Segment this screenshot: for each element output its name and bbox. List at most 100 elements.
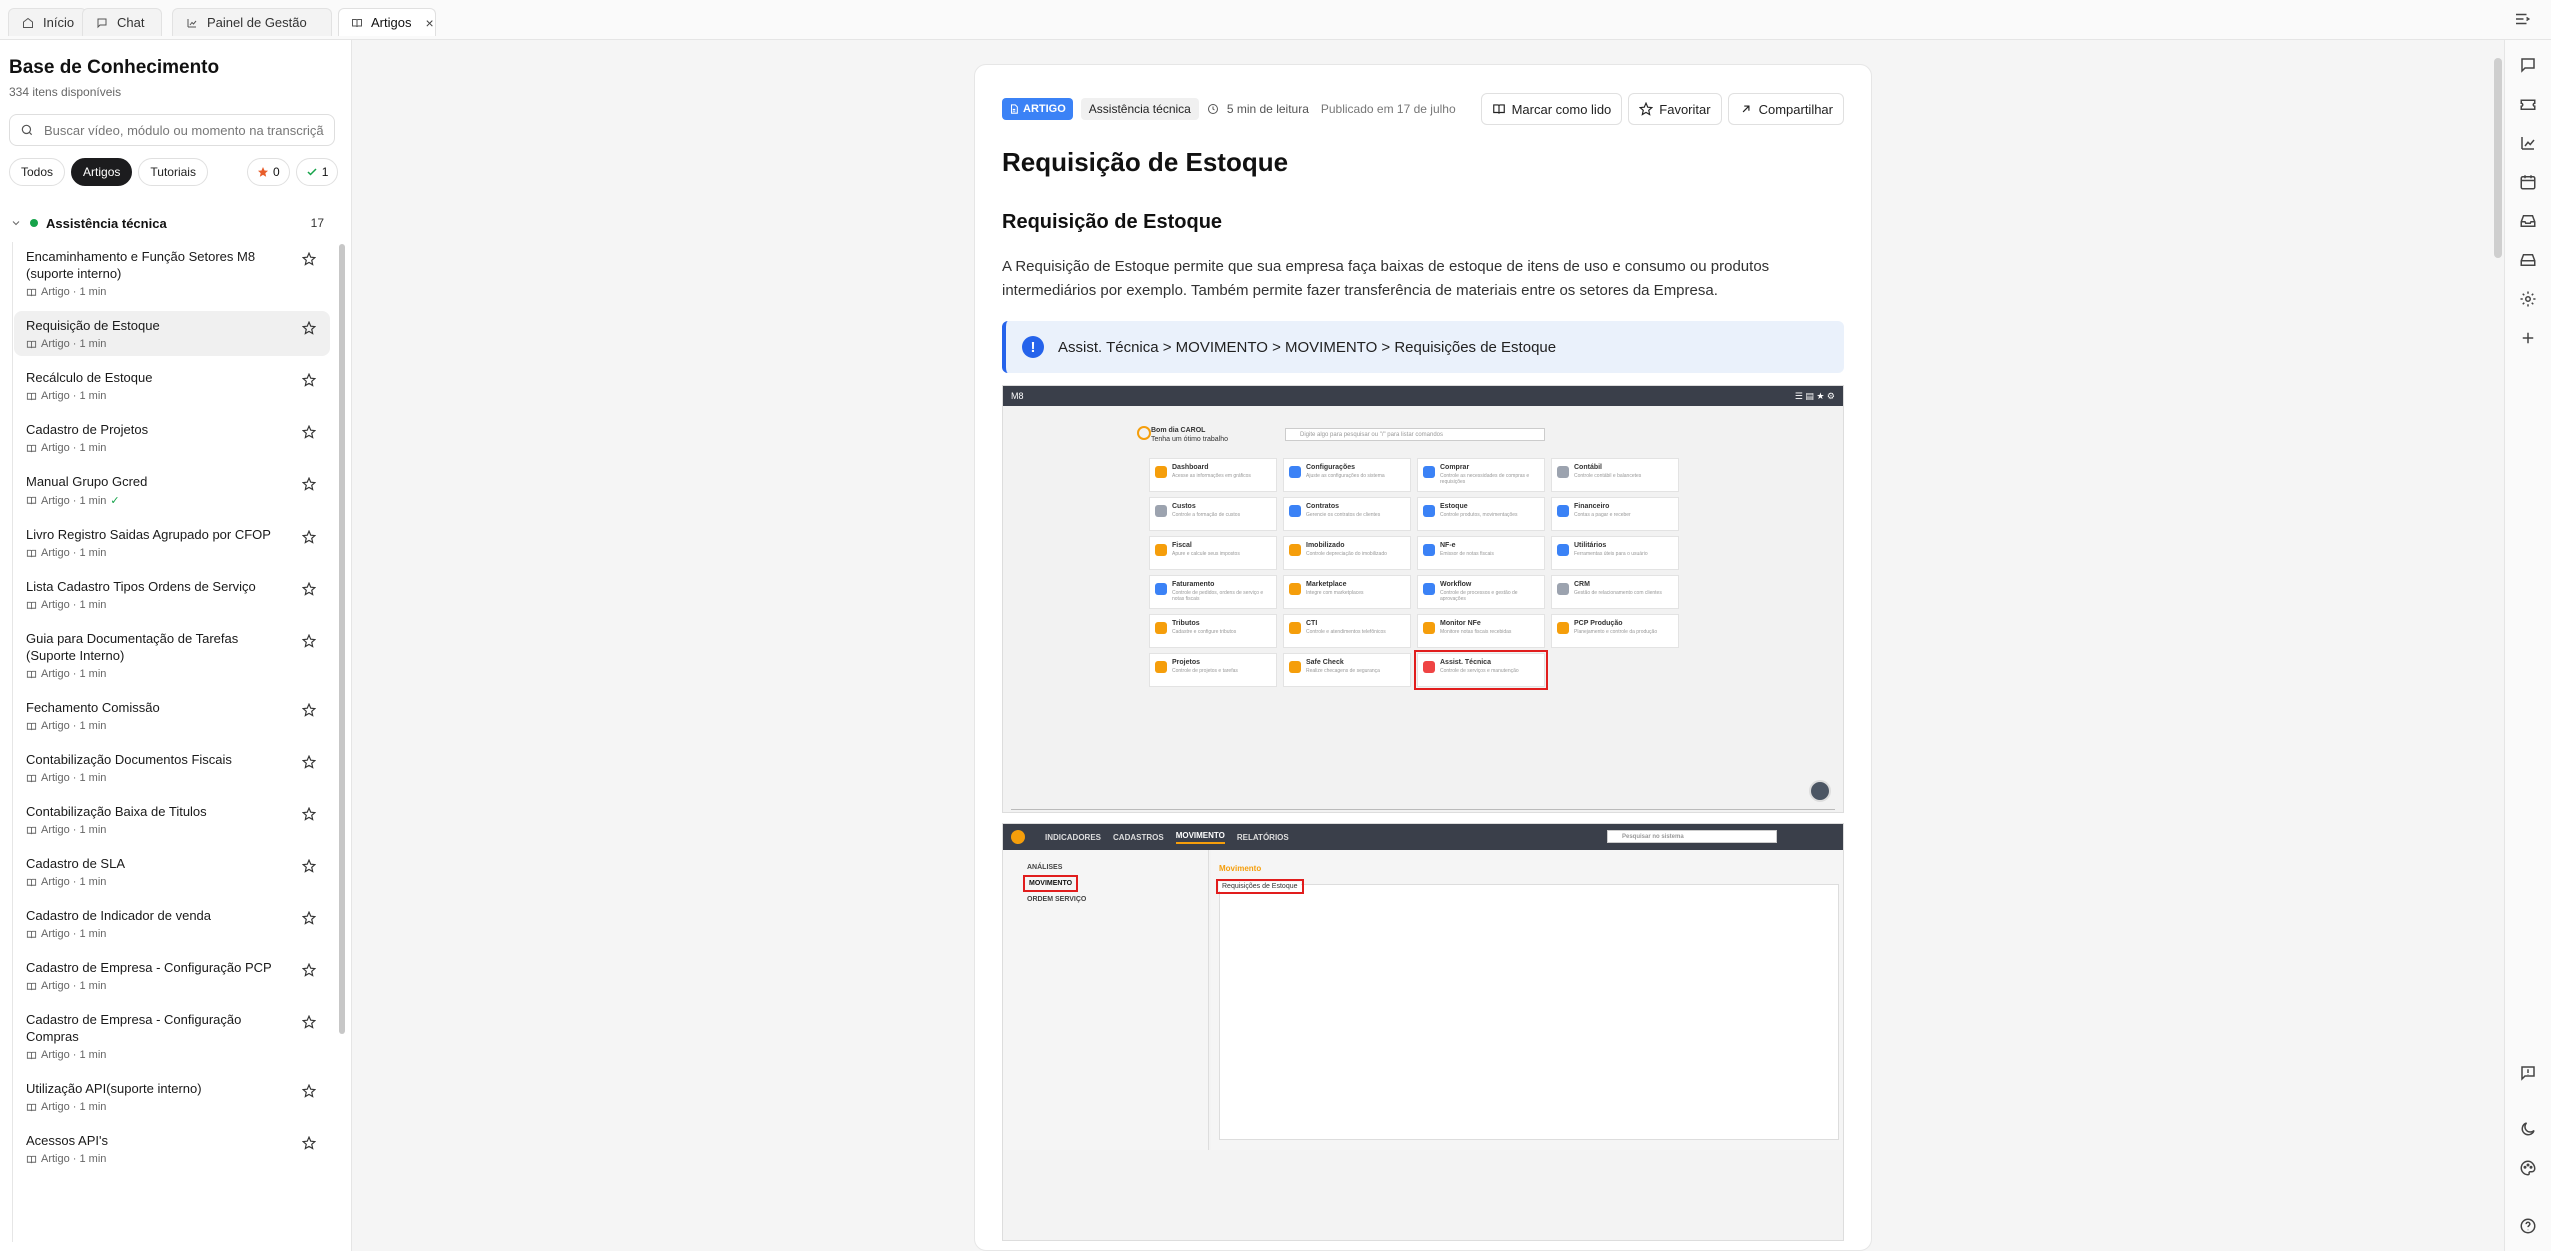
star-icon[interactable] (302, 252, 318, 268)
item-meta-text: Artigo · 1 min (41, 1101, 107, 1113)
list-item[interactable]: Cadastro de Projetos Artigo · 1 min (14, 415, 330, 460)
module-icon (1289, 661, 1301, 673)
module-icon (1289, 466, 1301, 478)
module-tile: Projetos Controle de projetos e tarefas (1149, 653, 1277, 687)
gear-icon[interactable] (2519, 290, 2537, 308)
filter-artigos[interactable]: Artigos (71, 158, 133, 186)
tab-artigos[interactable]: Artigos × (338, 8, 436, 36)
chat-icon[interactable] (2519, 56, 2537, 74)
item-meta-text: Artigo · 1 min (41, 1153, 107, 1165)
mark-read-button[interactable]: Marcar como lido (1480, 93, 1623, 125)
menu-lines-icon[interactable] (2513, 10, 2533, 30)
calendar-icon[interactable] (2519, 173, 2537, 191)
star-icon[interactable] (302, 1084, 318, 1100)
module-desc: Controle a formação de custos (1172, 512, 1241, 518)
tab-chat[interactable]: Chat (82, 8, 162, 36)
star-icon[interactable] (302, 634, 318, 650)
list-item[interactable]: Cadastro de Empresa - Configuração Compr… (14, 1005, 330, 1067)
tab-label: Artigos (371, 15, 412, 30)
favorites-counter[interactable]: 0 (247, 158, 290, 186)
list-item[interactable]: Cadastro de Indicador de venda Artigo · 1… (14, 901, 330, 946)
list-item[interactable]: Recálculo de Estoque Artigo · 1 min (14, 363, 330, 408)
article-actions: Marcar como lido Favoritar Compartilhar (1480, 93, 1844, 125)
ticket-icon[interactable] (2519, 95, 2537, 113)
module-title: Configurações (1306, 464, 1356, 471)
module-title: Workflow (1440, 581, 1472, 588)
item-meta-text: Artigo · 1 min (41, 772, 107, 784)
list-item[interactable]: Encaminhamento e Função Setores M8 (supo… (14, 242, 330, 304)
favorites-count: 0 (273, 165, 280, 179)
star-icon[interactable] (302, 807, 318, 823)
article-paragraph: A Requisição de Estoque permite que sua … (1002, 258, 1770, 299)
star-icon[interactable] (302, 1015, 318, 1031)
list-item[interactable]: Acessos API's Artigo · 1 min (14, 1126, 330, 1171)
chart-icon[interactable] (2519, 134, 2537, 152)
main-scrollbar[interactable] (2494, 58, 2502, 258)
module-desc: Controle depreciação do imobilizado (1306, 551, 1387, 557)
inbox-icon[interactable] (2519, 212, 2537, 230)
star-icon[interactable] (302, 373, 318, 389)
module-icon (1423, 505, 1435, 517)
list-item[interactable]: Cadastro de SLA Artigo · 1 min (14, 849, 330, 894)
favorite-button[interactable]: Favoritar (1628, 93, 1722, 125)
book-icon (26, 721, 37, 732)
list-item[interactable]: Fechamento Comissão Artigo · 1 min (14, 693, 330, 738)
list-item[interactable]: Manual Grupo Gcred Artigo · 1 min ✓ (14, 467, 330, 513)
star-icon[interactable] (302, 530, 318, 546)
close-icon[interactable]: × (425, 15, 433, 31)
list-item[interactable]: Guia para Documentação de Tarefas (Supor… (14, 624, 330, 686)
module-title: Utilitários (1574, 542, 1607, 549)
star-icon[interactable] (302, 755, 318, 771)
tab-painel-gestao[interactable]: Painel de Gestão (172, 8, 332, 36)
module-icon (1557, 505, 1569, 517)
drive-icon[interactable] (2519, 251, 2537, 269)
list-item[interactable]: Utilização API(suporte interno) Artigo · … (14, 1074, 330, 1119)
list-item[interactable]: Cadastro de Empresa - Configuração PCP Ar… (14, 953, 330, 998)
item-meta: Artigo · 1 min (26, 547, 290, 559)
item-meta: Artigo · 1 min (26, 772, 290, 784)
module-desc: Planejamento e controle da produção (1574, 629, 1658, 635)
feedback-icon[interactable] (2519, 1064, 2537, 1082)
item-title: Cadastro de Projetos (26, 422, 149, 437)
star-icon[interactable] (302, 477, 318, 493)
plus-icon[interactable] (2519, 329, 2537, 347)
star-icon[interactable] (302, 582, 318, 598)
tab-inicio[interactable]: Início (8, 8, 88, 36)
book-icon (26, 825, 37, 836)
filter-todos[interactable]: Todos (9, 158, 66, 186)
star-icon[interactable] (302, 321, 318, 337)
star-icon[interactable] (302, 1136, 318, 1152)
book-icon (26, 981, 37, 992)
star-icon[interactable] (302, 425, 318, 441)
list-item[interactable]: Livro Registro Saidas Agrupado por CFOP A… (14, 520, 330, 565)
item-title: Manual Grupo Gcred (26, 474, 148, 489)
sidebar-scrollbar[interactable] (339, 244, 345, 1034)
star-icon[interactable] (302, 911, 318, 927)
search-input[interactable] (44, 122, 324, 138)
article-image-home: M8 ☰ ▤ ★ ⚙ Bom dia CAROL Tenha um ótimo … (1002, 385, 1844, 813)
book-icon (26, 339, 37, 350)
module-icon (1557, 583, 1569, 595)
read-counter[interactable]: 1 (295, 158, 339, 186)
list-item[interactable]: Contabilização Baixa de Titulos Artigo · … (14, 797, 330, 842)
list-item[interactable]: Lista Cadastro Tipos Ordens de Serviço Ar… (14, 572, 330, 617)
book-icon (26, 669, 37, 680)
image-side-menu: ANÁLISES MOVIMENTO ORDEM SERVIÇO (1003, 850, 1209, 1150)
list-item[interactable]: Requisição de Estoque Artigo · 1 min (14, 311, 330, 356)
moon-icon[interactable] (2519, 1120, 2537, 1138)
filter-tutoriais[interactable]: Tutoriais (138, 158, 208, 186)
palette-icon[interactable] (2519, 1159, 2537, 1177)
star-icon[interactable] (302, 859, 318, 875)
star-icon[interactable] (302, 703, 318, 719)
search-box[interactable] (9, 114, 335, 146)
module-desc: Controle produtos, movimentações (1440, 512, 1518, 518)
share-button[interactable]: Compartilhar (1727, 93, 1844, 125)
group-header[interactable]: Assistência técnica 17 (10, 212, 324, 234)
item-title: Encaminhamento e Função Setores M8 (supo… (26, 249, 256, 281)
image-nav-item: CADASTROS (1113, 832, 1164, 842)
module-desc: Emissor de notas fiscais (1440, 551, 1494, 557)
help-icon[interactable] (2519, 1217, 2537, 1235)
star-icon[interactable] (302, 963, 318, 979)
list-item[interactable]: Contabilização Documentos Fiscais Artigo … (14, 745, 330, 790)
counters: 0 1 (247, 158, 339, 186)
